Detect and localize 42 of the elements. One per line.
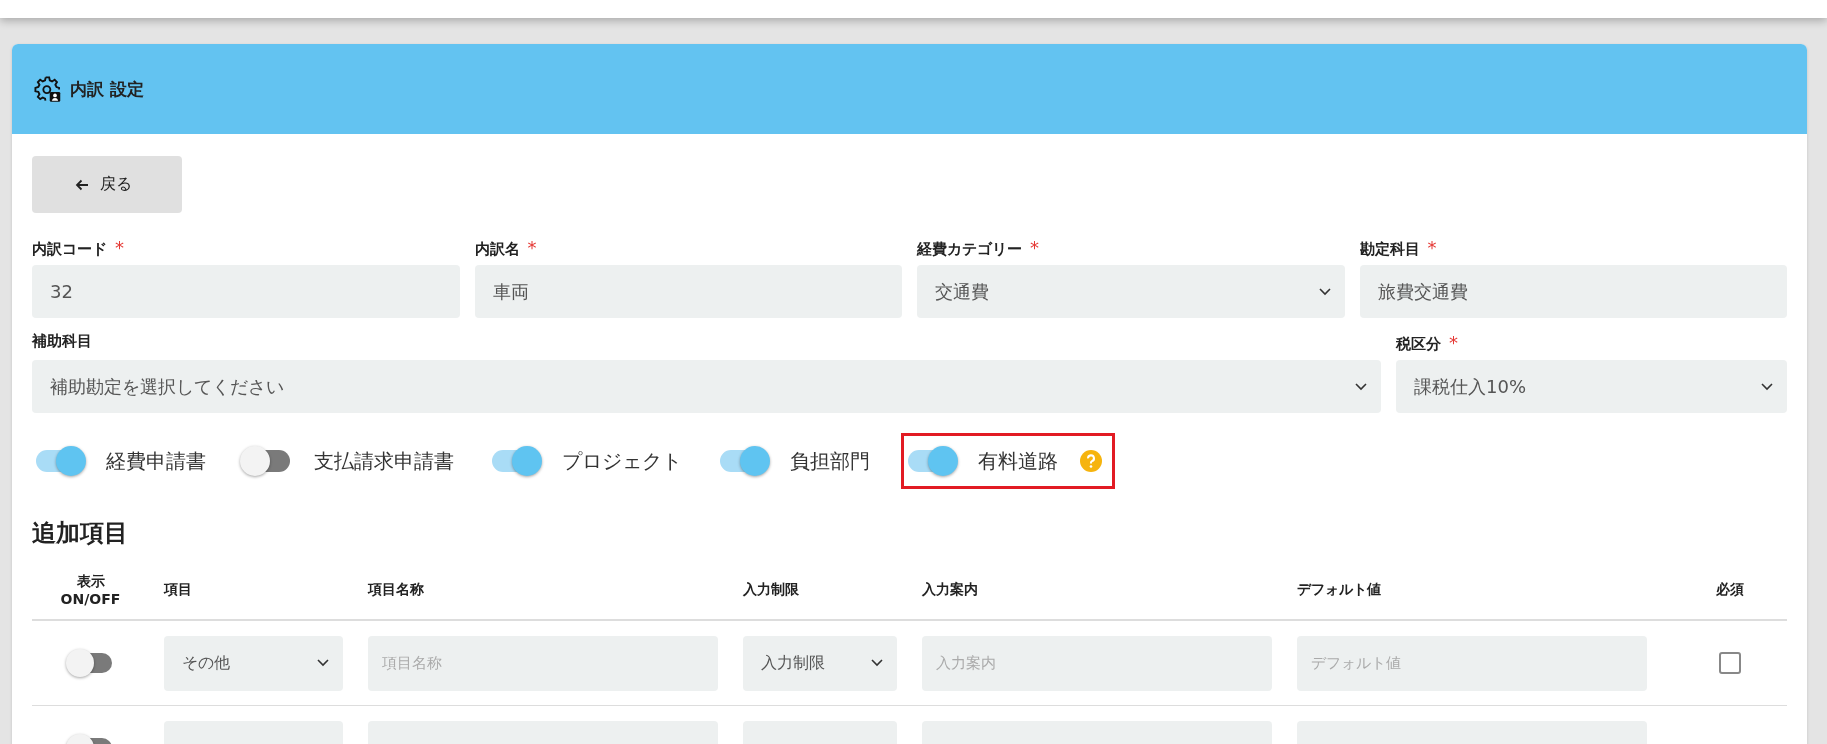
required-mark: *	[1030, 237, 1039, 258]
column-header: 入力制限	[743, 581, 799, 597]
chevron-down-icon	[1355, 382, 1367, 391]
required-mark: *	[527, 237, 537, 258]
toggle-label: 負担部門	[790, 447, 870, 475]
help-icon[interactable]	[1080, 450, 1102, 472]
input-field[interactable]: 旅費交通費	[1359, 265, 1787, 318]
chevron-down-icon	[871, 659, 883, 667]
select-field[interactable]: その他	[164, 635, 343, 691]
card-title: 内訳 設定	[70, 77, 144, 101]
checkbox[interactable]	[1718, 652, 1741, 674]
chevron-down-icon	[1318, 287, 1331, 296]
required-mark: *	[115, 237, 124, 258]
column-header: 必須	[1715, 581, 1744, 597]
input-field[interactable]: 32	[32, 265, 460, 318]
toggle-label: 経費申請書	[106, 447, 206, 475]
field-label: 内訳コード	[32, 240, 107, 258]
field-label: 内訳名	[474, 240, 520, 258]
column-header: 入力案内	[922, 581, 978, 597]
select-field[interactable]: 入力制限	[743, 635, 897, 691]
required-mark: *	[1449, 332, 1458, 353]
toggle-label: 有料道路	[978, 447, 1058, 475]
field-label: 税区分	[1396, 335, 1441, 353]
column-header: 項目名称	[368, 581, 424, 597]
select-field[interactable]: 補助勘定を選択してください	[32, 360, 1381, 413]
gear-user-icon	[34, 75, 62, 103]
field-label: 経費カテゴリー	[917, 240, 1022, 258]
back-button[interactable]: 戻る	[32, 156, 182, 213]
section-heading: 追加項目	[32, 518, 129, 549]
column-header: デフォルト値	[1297, 581, 1381, 597]
chevron-down-icon	[1761, 382, 1773, 391]
toggle-label: 支払請求申請書	[314, 447, 454, 475]
input-field[interactable]: 車両	[474, 265, 902, 318]
field-label: 補助科目	[32, 332, 92, 350]
chevron-down-icon	[317, 659, 329, 667]
toggle-label: プロジェクト	[562, 447, 682, 475]
column-header: 表示 ON/OFF	[60, 573, 121, 607]
select-field[interactable]: 課税仕入10%	[1396, 360, 1787, 413]
column-header: 項目	[164, 581, 192, 597]
select-field[interactable]: 交通費	[917, 265, 1345, 318]
required-mark: *	[1427, 237, 1437, 258]
field-label: 勘定科目	[1359, 240, 1420, 258]
